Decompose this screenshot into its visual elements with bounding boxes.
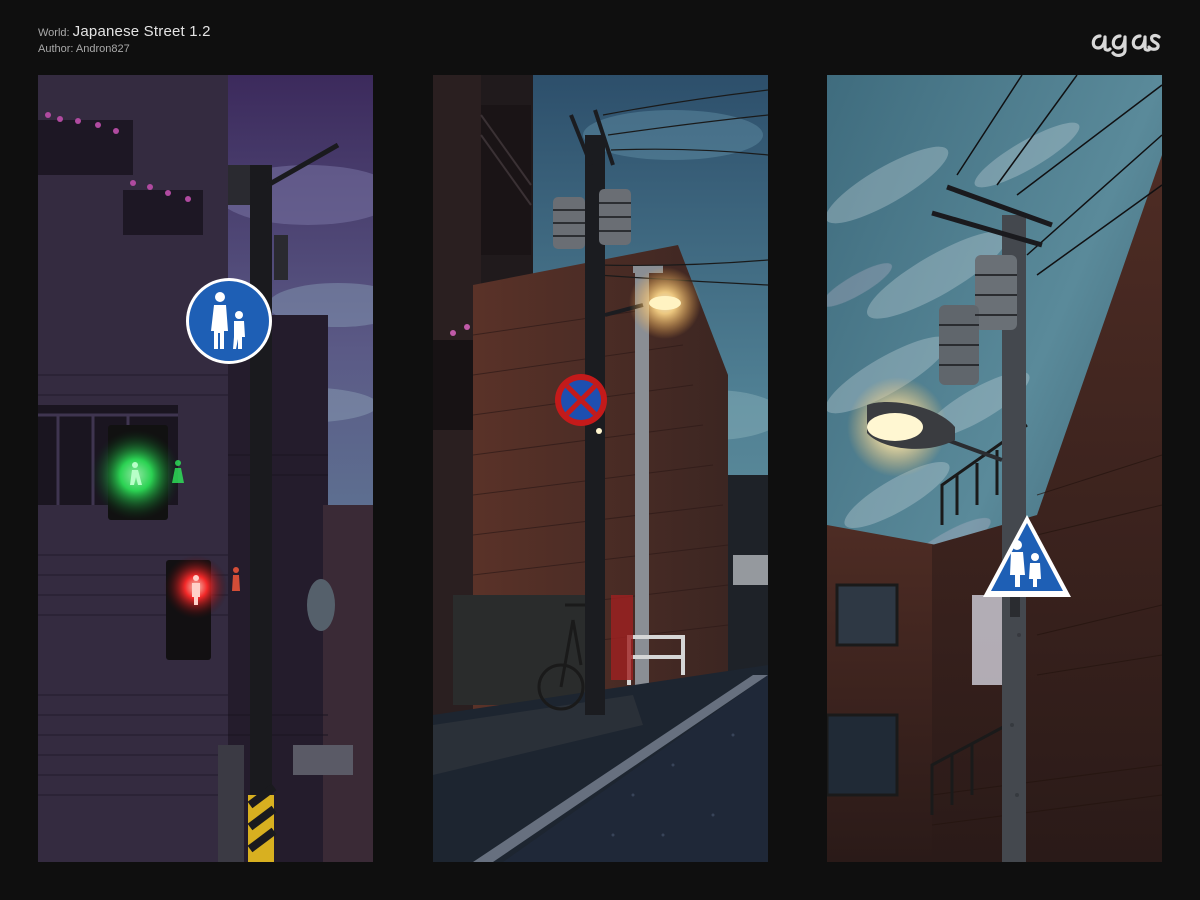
world-title: Japanese Street 1.2 [72, 23, 211, 40]
author-row: Author: Andron827 [38, 41, 211, 57]
scene-alley-lamp [433, 75, 768, 862]
photo-panel-traffic-signal [38, 75, 373, 862]
author-name: Andron827 [75, 43, 130, 55]
gallery-page: World: Japanese Street 1.2 Author: Andro… [0, 0, 1200, 900]
photo-panel-lamp-crossing [827, 75, 1162, 862]
world-label: World: [38, 27, 70, 39]
scene-traffic-signal [38, 75, 373, 862]
world-row: World: Japanese Street 1.2 [38, 24, 211, 41]
scene-lamp-crossing [827, 75, 1162, 862]
author-label: Author: [38, 43, 74, 55]
brand-logo-icon [1091, 33, 1161, 57]
header: World: Japanese Street 1.2 Author: Andro… [38, 24, 211, 57]
photo-panel-alley-lamp [433, 75, 768, 862]
